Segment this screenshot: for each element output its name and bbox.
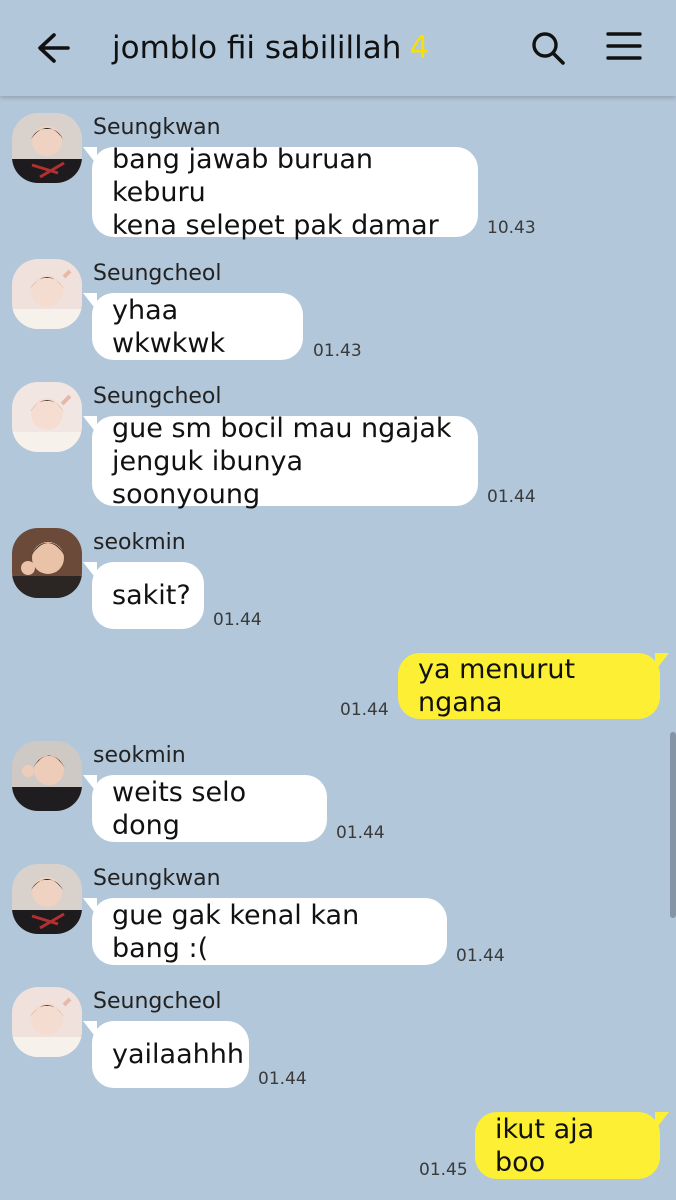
message-bubble[interactable]: sakit? [83,562,204,629]
message-time: 01.44 [340,700,389,720]
avatar[interactable] [12,528,82,598]
message-bubble[interactable]: yhaa wkwkwk [83,293,303,360]
chat-header: jomblo fii sabilillah 4 [0,0,676,96]
message-time: 01.44 [487,487,536,507]
back-button[interactable] [30,26,78,70]
menu-button[interactable] [602,26,646,70]
message-bubble[interactable]: ya menurut ngana [398,653,669,719]
sender-name: Seungcheol [93,384,222,409]
message-time: 01.45 [419,1160,468,1180]
sender-name: seokmin [93,743,186,768]
arrow-left-icon [38,33,70,63]
message-time: 01.43 [313,341,362,361]
message-bubble[interactable]: gue sm bocil mau ngajak jenguk ibunya so… [83,413,478,510]
avatar[interactable] [12,259,82,329]
avatar[interactable] [12,987,82,1057]
message-bubble[interactable]: weits selo dong [83,775,327,842]
message-time: 10.43 [487,218,536,238]
sender-name: Seungcheol [93,261,222,286]
avatar[interactable] [12,741,82,811]
sender-name: Seungcheol [93,989,222,1014]
hamburger-icon [606,32,642,60]
message-bubble[interactable]: yailaahhh [83,1021,249,1088]
member-count: 4 [409,30,430,66]
scrollbar[interactable] [670,732,676,918]
message-time: 01.44 [336,823,385,843]
chat-title: jomblo fii sabilillah 4 [112,26,429,70]
search-button[interactable] [526,26,570,70]
chat-name: jomblo fii sabilillah [112,30,402,66]
avatar[interactable] [12,113,82,183]
sender-name: seokmin [93,530,186,555]
search-icon [532,32,565,65]
message-time: 01.44 [213,610,262,630]
message-time: 01.44 [456,946,505,966]
message-bubble[interactable]: bang jawab buruan keburu kena selepet pa… [83,144,478,241]
message-time: 01.44 [258,1069,307,1089]
message-bubble[interactable]: gue gak kenal kan bang :( [83,898,447,965]
sender-name: Seungkwan [93,115,221,140]
avatar[interactable] [12,382,82,452]
message-bubble[interactable]: ikut aja boo [475,1112,669,1179]
avatar[interactable] [12,864,82,934]
sender-name: Seungkwan [93,866,221,891]
